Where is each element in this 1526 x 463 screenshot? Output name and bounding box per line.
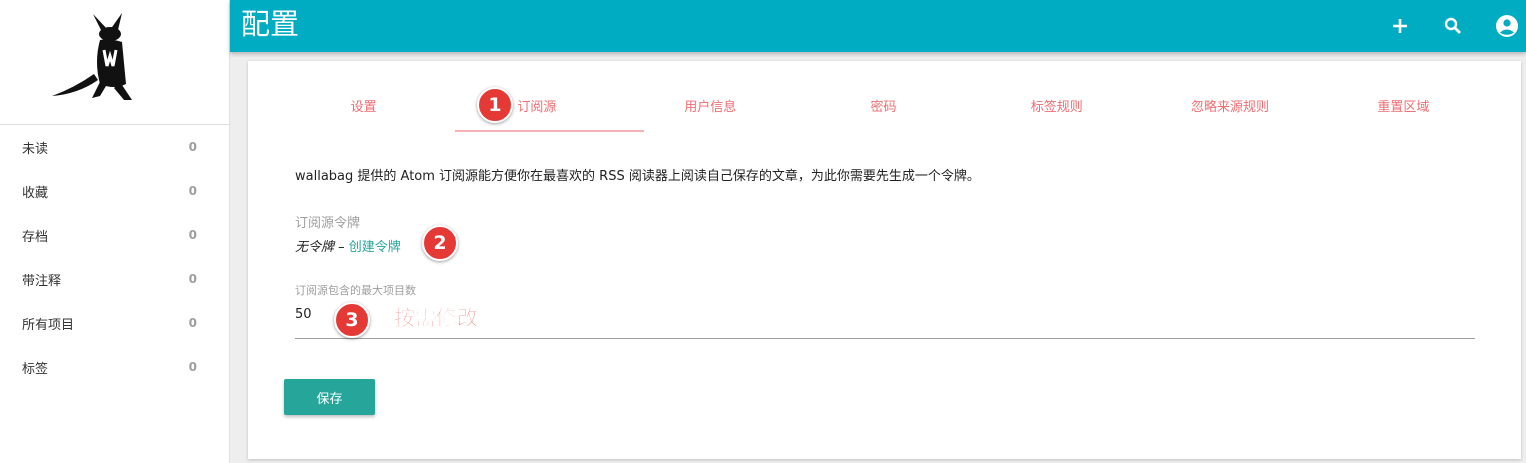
sidebar-item-label: 未读 <box>22 141 49 157</box>
account-icon[interactable] <box>1493 12 1521 40</box>
active-tab-indicator <box>455 130 644 132</box>
sidebar-item-tags[interactable]: 标签 0 <box>0 345 229 389</box>
sidebar-item-annotated[interactable]: 带注释 0 <box>0 257 229 301</box>
sidebar-item-archive[interactable]: 存档 0 <box>0 213 229 257</box>
sidebar-item-unread[interactable]: 未读 0 <box>0 125 229 169</box>
token-status: 无令牌 – 创建令牌 <box>295 236 401 255</box>
sidebar-item-label: 带注释 <box>22 273 62 289</box>
sidebar-item-count: 0 <box>188 360 197 374</box>
no-token-text: 无令牌 <box>295 240 335 255</box>
sidebar-item-label: 所有项目 <box>22 317 75 333</box>
tab-ignore-origin-rules[interactable]: 忽略来源规则 <box>1143 89 1316 133</box>
sidebar-item-count: 0 <box>188 316 197 330</box>
sidebar-item-starred[interactable]: 收藏 0 <box>0 169 229 213</box>
sidebar-item-count: 0 <box>188 184 197 198</box>
wallabag-logo-icon <box>52 13 132 100</box>
max-items-value: 50 <box>295 307 312 322</box>
annotation-marker-1: 1 <box>477 87 513 123</box>
sidebar: 未读 0 收藏 0 存档 0 带注释 0 所有项目 0 标签 0 <box>0 0 230 463</box>
annotation-note: 按需修改 <box>394 306 479 331</box>
sidebar-item-label: 存档 <box>22 229 49 245</box>
tab-user-info[interactable]: 用户信息 <box>624 89 797 133</box>
tab-settings[interactable]: 设置 <box>277 89 450 133</box>
sidebar-item-count: 0 <box>188 140 197 154</box>
tab-reset-area[interactable]: 重置区域 <box>1317 89 1490 133</box>
tab-password[interactable]: 密码 <box>797 89 970 133</box>
tab-feed[interactable]: 订阅源 <box>450 89 623 133</box>
feed-description: wallabag 提供的 Atom 订阅源能方便你在最喜欢的 RSS 阅读器上阅… <box>295 169 980 184</box>
tab-tagging-rules[interactable]: 标签规则 <box>970 89 1143 133</box>
save-button[interactable]: 保存 <box>284 379 375 415</box>
token-label: 订阅源令牌 <box>295 216 361 231</box>
sidebar-item-all[interactable]: 所有项目 0 <box>0 301 229 345</box>
annotation-marker-3: 3 <box>334 302 370 338</box>
sidebar-item-count: 0 <box>188 272 197 286</box>
tab-bar: 设置 订阅源 用户信息 密码 标签规则 忽略来源规则 重置区域 <box>277 89 1490 133</box>
top-app-bar: 配置 <box>230 0 1526 52</box>
sidebar-item-label: 收藏 <box>22 185 49 201</box>
page-title: 配置 <box>241 7 300 41</box>
sidebar-item-label: 标签 <box>22 361 49 377</box>
add-icon[interactable] <box>1386 12 1414 40</box>
search-icon[interactable] <box>1439 12 1467 40</box>
sidebar-item-count: 0 <box>188 228 197 242</box>
create-token-link[interactable]: 创建令牌 <box>349 240 401 255</box>
token-separator: – <box>334 240 349 255</box>
logo[interactable] <box>0 0 229 125</box>
max-items-label: 订阅源包含的最大项目数 <box>295 284 416 297</box>
annotation-marker-2: 2 <box>422 225 458 261</box>
